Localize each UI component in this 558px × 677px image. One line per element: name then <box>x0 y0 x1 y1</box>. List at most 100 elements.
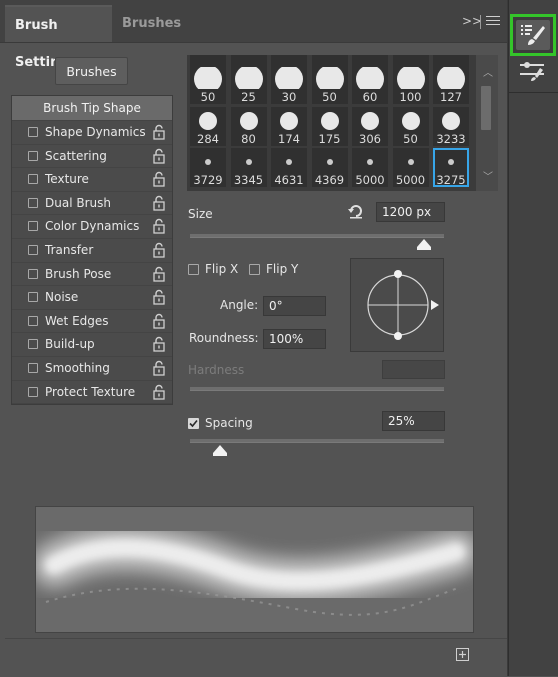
option-checkbox[interactable] <box>28 386 38 397</box>
lock-icon[interactable] <box>152 171 166 187</box>
brush-preset[interactable]: 174 <box>271 107 307 146</box>
brush-preset[interactable]: 50 <box>311 65 348 104</box>
size-slider-track[interactable] <box>190 234 444 238</box>
brush-preset[interactable]: 3233 <box>433 107 469 146</box>
brush-tip-thumbnail <box>442 112 460 130</box>
angle-label: Angle: <box>220 298 259 312</box>
spacing-checkbox[interactable] <box>188 418 199 429</box>
reset-size-icon[interactable] <box>347 203 365 219</box>
option-build-up[interactable]: Build-up <box>12 333 172 357</box>
brush-preset[interactable]: 4631 <box>271 148 307 187</box>
flip-x-checkbox[interactable] <box>188 264 199 275</box>
lock-icon[interactable] <box>152 384 166 400</box>
brush-preset[interactable]: 127 <box>433 65 469 104</box>
option-checkbox[interactable] <box>28 197 38 208</box>
panel-menu-icon[interactable] <box>486 13 500 27</box>
lock-icon[interactable] <box>152 148 166 164</box>
option-label: Brush Pose <box>45 266 112 281</box>
spacing-slider-track[interactable] <box>190 439 444 443</box>
brush-size-label: 25 <box>241 90 256 104</box>
option-checkbox[interactable] <box>28 268 38 279</box>
brush-tip-thumbnail <box>407 159 414 165</box>
option-color-dynamics[interactable]: Color Dynamics <box>12 215 172 239</box>
roundness-field[interactable]: 100% <box>263 329 326 349</box>
spacing-slider-handle[interactable] <box>213 445 228 456</box>
option-checkbox[interactable] <box>28 150 38 161</box>
brush-preset[interactable]: 175 <box>311 107 348 146</box>
lock-icon[interactable] <box>152 218 166 235</box>
angle-roundness-widget[interactable] <box>350 258 444 352</box>
lock-icon[interactable] <box>152 124 166 140</box>
size-slider-handle[interactable] <box>416 239 431 250</box>
scroll-down-arrow-icon[interactable]: ﹀ <box>483 168 493 183</box>
brush-preset[interactable]: 5000 <box>392 148 429 187</box>
brush-preset-grid: 3012381025112605025305060100127284801741… <box>187 55 476 191</box>
lock-icon[interactable] <box>152 360 166 376</box>
brushes-button[interactable]: Brushes <box>55 57 128 85</box>
option-checkbox[interactable] <box>28 245 38 255</box>
option-shape-dynamics[interactable]: Shape Dynamics <box>12 121 172 145</box>
lock-icon[interactable] <box>152 266 166 282</box>
lock-icon[interactable] <box>152 195 166 211</box>
checkmark-icon <box>189 419 198 428</box>
brush-preset[interactable]: 30 <box>271 65 307 104</box>
option-checkbox[interactable] <box>28 174 38 185</box>
brush-size-label: 80 <box>241 132 256 146</box>
brush-preset[interactable]: 3345 <box>230 148 267 187</box>
dock-brush-settings-button[interactable] <box>510 14 556 56</box>
brush-preset[interactable]: 306 <box>352 107 388 146</box>
option-transfer[interactable]: Transfer <box>12 239 172 263</box>
angle-field[interactable]: 0° <box>263 296 326 316</box>
option-label: Dual Brush <box>45 195 111 210</box>
option-protect-texture[interactable]: Protect Texture <box>12 381 172 405</box>
brush-preset[interactable]: 5000 <box>352 148 388 187</box>
option-smoothing[interactable]: Smoothing <box>12 357 172 381</box>
tab-brushes[interactable]: Brushes <box>112 5 187 42</box>
brush-preset[interactable]: 25 <box>230 65 267 104</box>
brush-preset[interactable]: 80 <box>230 107 267 146</box>
option-label: Wet Edges <box>45 313 109 328</box>
lock-icon[interactable] <box>152 336 166 353</box>
brush-tip-thumbnail <box>320 112 339 130</box>
brush-size-label: 60 <box>362 90 378 104</box>
create-new-brush-icon[interactable] <box>456 648 469 661</box>
brush-preset[interactable]: 3275 <box>433 148 469 187</box>
option-scattering[interactable]: Scattering <box>12 145 172 169</box>
brush-preset[interactable]: 50 <box>392 107 429 146</box>
brush-preset[interactable]: 4369 <box>311 148 348 187</box>
preset-scroll-thumb[interactable] <box>481 86 491 130</box>
option-dual-brush[interactable]: Dual Brush <box>12 192 172 216</box>
tab-brush-settings[interactable]: Brush Settings <box>5 5 112 70</box>
option-checkbox[interactable] <box>28 221 38 232</box>
brush-preset[interactable]: 100 <box>392 65 429 104</box>
brush-tip-thumbnail <box>234 67 263 89</box>
option-checkbox[interactable] <box>28 127 38 137</box>
brush-preset[interactable]: 60 <box>352 65 388 104</box>
option-checkbox[interactable] <box>28 292 38 303</box>
brush-preset[interactable]: 284 <box>190 107 226 146</box>
brush-tip-thumbnail <box>194 67 222 89</box>
brush-preset[interactable]: 3729 <box>190 148 226 187</box>
option-wet-edges[interactable]: Wet Edges <box>12 310 172 334</box>
lock-icon[interactable] <box>152 313 166 329</box>
option-checkbox[interactable] <box>28 363 38 373</box>
scroll-up-arrow-icon[interactable]: ︿ <box>483 64 493 79</box>
lock-icon[interactable] <box>152 242 166 258</box>
option-texture[interactable]: Texture <box>12 168 172 192</box>
brush-tip-thumbnail <box>448 159 454 165</box>
brush-size-label: 50 <box>200 90 216 104</box>
flip-y-checkbox[interactable] <box>249 264 260 275</box>
option-brush-tip-shape[interactable]: Brush Tip Shape <box>12 96 172 121</box>
size-field[interactable]: 1200 px <box>376 202 445 222</box>
option-brush-pose[interactable]: Brush Pose <box>12 263 172 287</box>
spacing-field[interactable]: 25% <box>382 411 445 431</box>
option-label: Scattering <box>45 148 107 163</box>
option-checkbox[interactable] <box>28 315 38 326</box>
lock-icon[interactable] <box>152 289 166 305</box>
brush-presets-icon[interactable] <box>518 60 546 82</box>
brush-size-label: 50 <box>322 90 337 104</box>
brush-preset[interactable]: 50 <box>190 65 226 104</box>
option-checkbox[interactable] <box>28 339 38 350</box>
hardness-label: Hardness <box>188 363 245 377</box>
option-noise[interactable]: Noise <box>12 286 172 310</box>
